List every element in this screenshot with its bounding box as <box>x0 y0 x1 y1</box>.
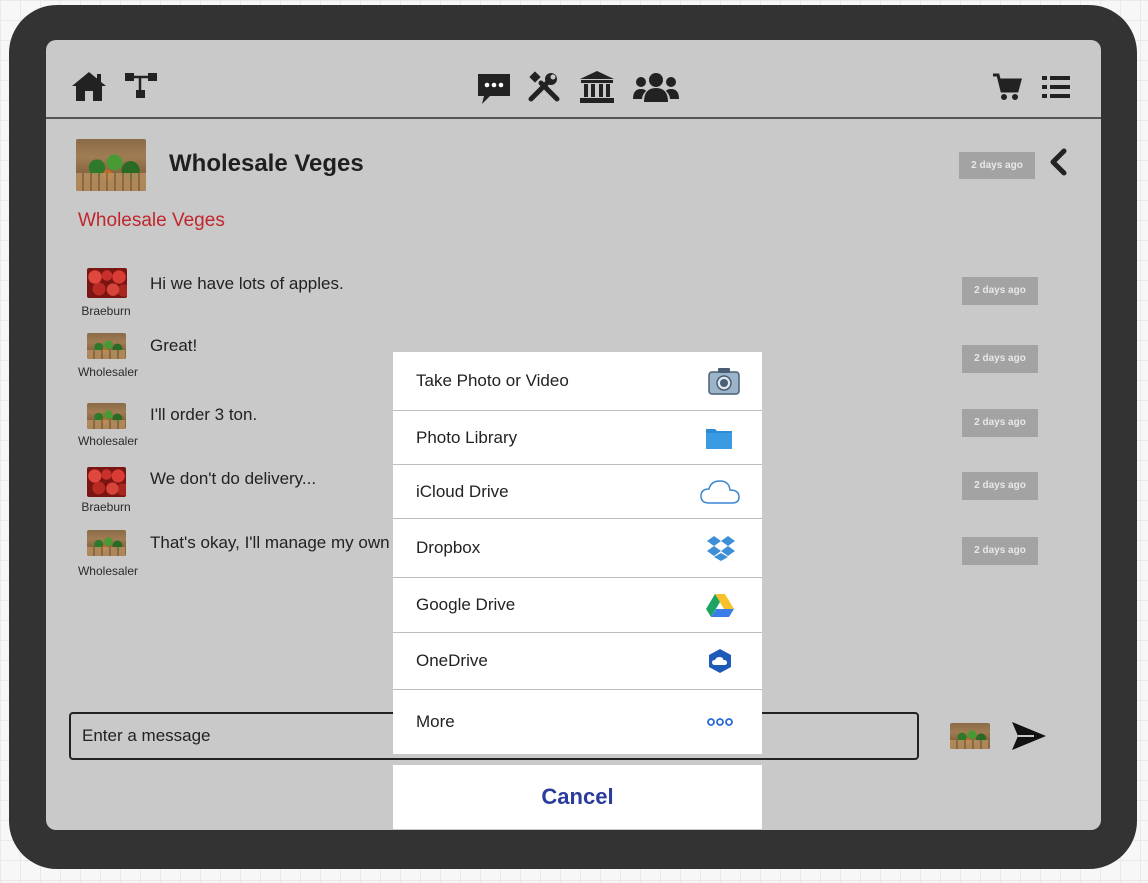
sender-avatar <box>87 530 126 556</box>
chat-icon[interactable] <box>476 72 512 106</box>
message-time-badge: 2 days ago <box>962 409 1038 437</box>
message-row: Braeburn Hi we have lots of apples. 2 da… <box>46 264 1101 320</box>
onedrive-icon <box>708 648 732 674</box>
sender-avatar <box>87 467 126 497</box>
chat-subtitle: Wholesale Veges <box>78 210 225 231</box>
message-text: I'll order 3 ton. <box>150 405 258 424</box>
share-item-label: Google Drive <box>416 595 516 614</box>
cart-icon[interactable] <box>992 73 1022 101</box>
share-item-onedrive[interactable]: OneDrive <box>393 633 762 690</box>
share-item-photo-library[interactable]: Photo Library <box>393 411 762 465</box>
message-time-badge: 2 days ago <box>962 277 1038 305</box>
institution-icon[interactable] <box>578 70 616 104</box>
share-item-google-drive[interactable]: Google Drive <box>393 578 762 633</box>
sender-avatar <box>87 403 126 429</box>
share-item-icloud-drive[interactable]: iCloud Drive <box>393 465 762 519</box>
list-icon[interactable] <box>1041 74 1071 100</box>
attach-image-button[interactable] <box>950 723 990 749</box>
sender-name: Wholesaler <box>77 365 139 379</box>
chevron-left-icon[interactable] <box>1048 148 1068 176</box>
message-text: Hi we have lots of apples. <box>150 274 344 293</box>
sender-avatar <box>87 333 126 359</box>
message-time-badge: 2 days ago <box>962 345 1038 373</box>
share-item-label: OneDrive <box>416 651 488 670</box>
chat-title: Wholesale Veges <box>169 150 364 177</box>
share-item-label: Dropbox <box>416 538 481 557</box>
sender-avatar <box>87 268 127 298</box>
home-icon[interactable] <box>70 70 108 102</box>
message-text: We don't do delivery... <box>150 469 317 488</box>
sender-name: Braeburn <box>81 304 131 318</box>
folder-icon <box>705 426 733 450</box>
cancel-button[interactable]: Cancel <box>393 765 762 829</box>
vendor-avatar <box>76 139 146 191</box>
cloud-icon <box>700 479 740 505</box>
top-nav-bar <box>46 40 1101 119</box>
share-sheet: Take Photo or Video Photo Library iCloud… <box>393 352 762 754</box>
message-text: That's okay, I'll manage my own c <box>150 533 403 552</box>
header-time-badge: 2 days ago <box>959 152 1035 179</box>
share-item-take-photo[interactable]: Take Photo or Video <box>393 352 762 411</box>
more-icon <box>707 717 733 727</box>
sitemap-icon[interactable] <box>124 72 158 100</box>
send-icon[interactable] <box>1010 720 1048 752</box>
share-item-more[interactable]: More <box>393 690 762 754</box>
camera-icon <box>708 367 740 395</box>
users-icon[interactable] <box>632 70 680 104</box>
share-item-label: Photo Library <box>416 427 518 447</box>
dropbox-icon <box>706 534 736 562</box>
sender-name: Wholesaler <box>77 564 139 578</box>
sender-name: Braeburn <box>81 500 131 514</box>
share-item-label: Take Photo or Video <box>416 371 569 390</box>
share-item-label: More <box>416 712 455 731</box>
share-item-label: iCloud Drive <box>416 481 509 501</box>
message-time-badge: 2 days ago <box>962 537 1038 565</box>
message-time-badge: 2 days ago <box>962 472 1038 500</box>
sender-name: Wholesaler <box>77 434 139 448</box>
tools-icon[interactable] <box>527 71 561 105</box>
share-item-dropbox[interactable]: Dropbox <box>393 519 762 578</box>
google-drive-icon <box>706 593 734 617</box>
message-text: Great! <box>150 336 198 355</box>
